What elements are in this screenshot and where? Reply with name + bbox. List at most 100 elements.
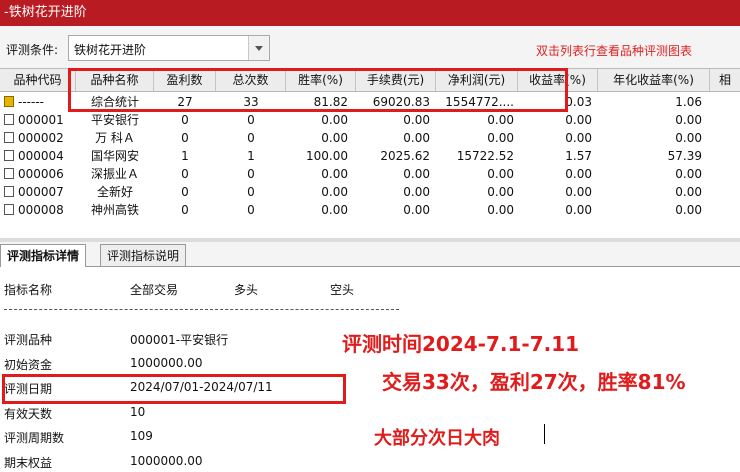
condition-value: 铁树花开进阶 xyxy=(74,43,147,57)
cell-net: 0.00 xyxy=(487,131,514,145)
cell-name: 深振业Ａ xyxy=(90,167,139,181)
detail-label: 有效天数 xyxy=(4,406,53,421)
cell-rate: 100.00 xyxy=(306,149,348,163)
document-icon xyxy=(4,168,14,179)
col-return[interactable]: 收益率(%) xyxy=(518,69,598,91)
detail-label: 评测日期 xyxy=(4,382,53,396)
detail-value: 2024/07/01-2024/07/11 xyxy=(130,380,273,394)
cell-ret: 0.00 xyxy=(565,185,592,199)
folder-icon xyxy=(4,96,14,107)
table-row[interactable]: 000006 深振业Ａ 0 0 0.00 0.00 0.00 0.00 0.00 xyxy=(0,165,740,183)
cell-ret: 1.57 xyxy=(565,149,592,163)
detail-header-name: 指标名称 xyxy=(4,283,53,297)
detail-value: 1000000.00 xyxy=(130,453,203,468)
cell-fee: 0.00 xyxy=(403,131,430,145)
detail-label: 评测周期数 xyxy=(4,431,65,445)
table-row[interactable]: 000001 平安银行 0 0 0.00 0.00 0.00 0.00 0.00 xyxy=(0,111,740,129)
cell-rate: 0.00 xyxy=(321,203,348,217)
detail-value: 1000000.00 xyxy=(130,355,203,370)
cell-code: 000006 xyxy=(18,167,64,181)
cell-code: 000007 xyxy=(18,185,64,199)
annotation-period: 评测时间2024-7.1-7.11 xyxy=(342,332,580,356)
splitter[interactable] xyxy=(0,238,740,242)
cell-annual: 1.06 xyxy=(675,95,702,109)
tab-explanation[interactable]: 评测指标说明 xyxy=(100,244,187,266)
document-icon xyxy=(4,114,14,125)
cell-annual: 0.00 xyxy=(675,203,702,217)
detail-tabs: 评测指标详情 评测指标说明 xyxy=(0,244,740,267)
table-header: 品种代码 品种名称 盈利数 总次数 胜率(%) 手续费(元) 净利润(元) 收益… xyxy=(0,69,740,92)
col-net[interactable]: 净利润(元) xyxy=(436,69,518,91)
cell-profit: 0 xyxy=(181,203,189,217)
cell-total: 0 xyxy=(247,203,255,217)
cell-fee: 69020.83 xyxy=(372,95,430,109)
col-annual[interactable]: 年化收益率(%) xyxy=(598,69,710,91)
cell-annual: 0.00 xyxy=(675,185,702,199)
cell-ret: 0.00 xyxy=(565,131,592,145)
annotation-stats: 交易33次，盈利27次，胜率81% xyxy=(382,370,686,394)
cell-total: 0 xyxy=(247,113,255,127)
annotation-comment: 大部分次日大肉 xyxy=(374,428,500,449)
cell-fee: 0.00 xyxy=(403,185,430,199)
cell-code: 000004 xyxy=(18,149,64,163)
cell-total: 1 xyxy=(247,149,255,163)
condition-select[interactable]: 铁树花开进阶 xyxy=(68,35,270,61)
cell-rate: 81.82 xyxy=(313,95,348,109)
cell-name: 万 科Ａ xyxy=(95,131,135,145)
cell-profit: 0 xyxy=(181,167,189,181)
cell-code: 000008 xyxy=(18,203,64,217)
divider xyxy=(4,309,399,310)
cell-annual: 0.00 xyxy=(675,167,702,181)
cell-rate: 0.00 xyxy=(321,113,348,127)
cell-net: 15722.52 xyxy=(456,149,514,163)
col-name[interactable]: 品种名称 xyxy=(76,69,154,91)
cell-profit: 1 xyxy=(181,149,189,163)
condition-bar: 评测条件: 铁树花开进阶 双击列表行查看品种评测图表 xyxy=(0,34,740,64)
table-row[interactable]: 000002 万 科Ａ 0 0 0.00 0.00 0.00 0.00 0.00 xyxy=(0,129,740,147)
cell-code: 000002 xyxy=(18,131,64,145)
col-code[interactable]: 品种代码 xyxy=(0,69,76,91)
detail-header-short: 空头 xyxy=(330,283,355,297)
table-row[interactable]: 000004 国华网安 1 1 100.00 2025.62 15722.52 1.57 57.… xyxy=(0,147,740,165)
cell-net: 0.00 xyxy=(487,113,514,127)
cell-net: 0.00 xyxy=(487,203,514,217)
cell-net: 0.00 xyxy=(487,185,514,199)
col-fee[interactable]: 手续费(元) xyxy=(356,69,436,91)
detail-label: 期末权益 xyxy=(4,455,53,470)
detail-header-long: 多头 xyxy=(234,283,259,297)
cell-fee: 0.00 xyxy=(403,167,430,181)
cell-rate: 0.00 xyxy=(321,185,348,199)
document-icon xyxy=(4,186,14,197)
cell-ret: 0.00 xyxy=(565,203,592,217)
detail-label: 评测品种 xyxy=(4,333,53,347)
document-icon xyxy=(4,132,14,143)
results-table: 品种代码 品种名称 盈利数 总次数 胜率(%) 手续费(元) 净利润(元) 收益… xyxy=(0,68,740,239)
cell-ret: 0.00 xyxy=(565,113,592,127)
col-rate[interactable]: 胜率(%) xyxy=(286,69,356,91)
col-total[interactable]: 总次数 xyxy=(216,69,286,91)
document-icon xyxy=(4,150,14,161)
table-row[interactable]: 000008 神州高铁 0 0 0.00 0.00 0.00 0.00 0.00 xyxy=(0,201,740,219)
col-profit[interactable]: 盈利数 xyxy=(154,69,216,91)
cell-code: ------ xyxy=(18,95,44,109)
cell-ret: 0.03 xyxy=(565,95,592,109)
document-icon xyxy=(4,204,14,215)
detail-value: 10 xyxy=(130,404,146,419)
table-row[interactable]: ------ 综合统计 27 33 81.82 69020.83 1554772.... 0.… xyxy=(0,93,740,111)
cell-profit: 0 xyxy=(181,185,189,199)
cell-profit: 27 xyxy=(177,95,193,109)
window-title: -铁树花开进阶 xyxy=(0,0,740,26)
cell-net: 1554772.... xyxy=(445,95,514,109)
cell-name: 综合统计 xyxy=(90,95,139,109)
chevron-down-icon[interactable] xyxy=(248,36,269,60)
tab-detail[interactable]: 评测指标详情 xyxy=(0,244,87,267)
cell-profit: 0 xyxy=(181,113,189,127)
col-more[interactable]: 相 xyxy=(710,69,740,91)
cell-rate: 0.00 xyxy=(321,167,348,181)
cell-name: 神州高铁 xyxy=(90,203,139,217)
condition-label: 评测条件: xyxy=(6,43,59,57)
table-row[interactable]: 000007 全新好 0 0 0.00 0.00 0.00 0.00 0.00 xyxy=(0,183,740,201)
text-cursor xyxy=(544,424,545,444)
detail-value: 000001-平安银行 xyxy=(130,333,229,347)
detail-value: 109 xyxy=(130,429,153,443)
